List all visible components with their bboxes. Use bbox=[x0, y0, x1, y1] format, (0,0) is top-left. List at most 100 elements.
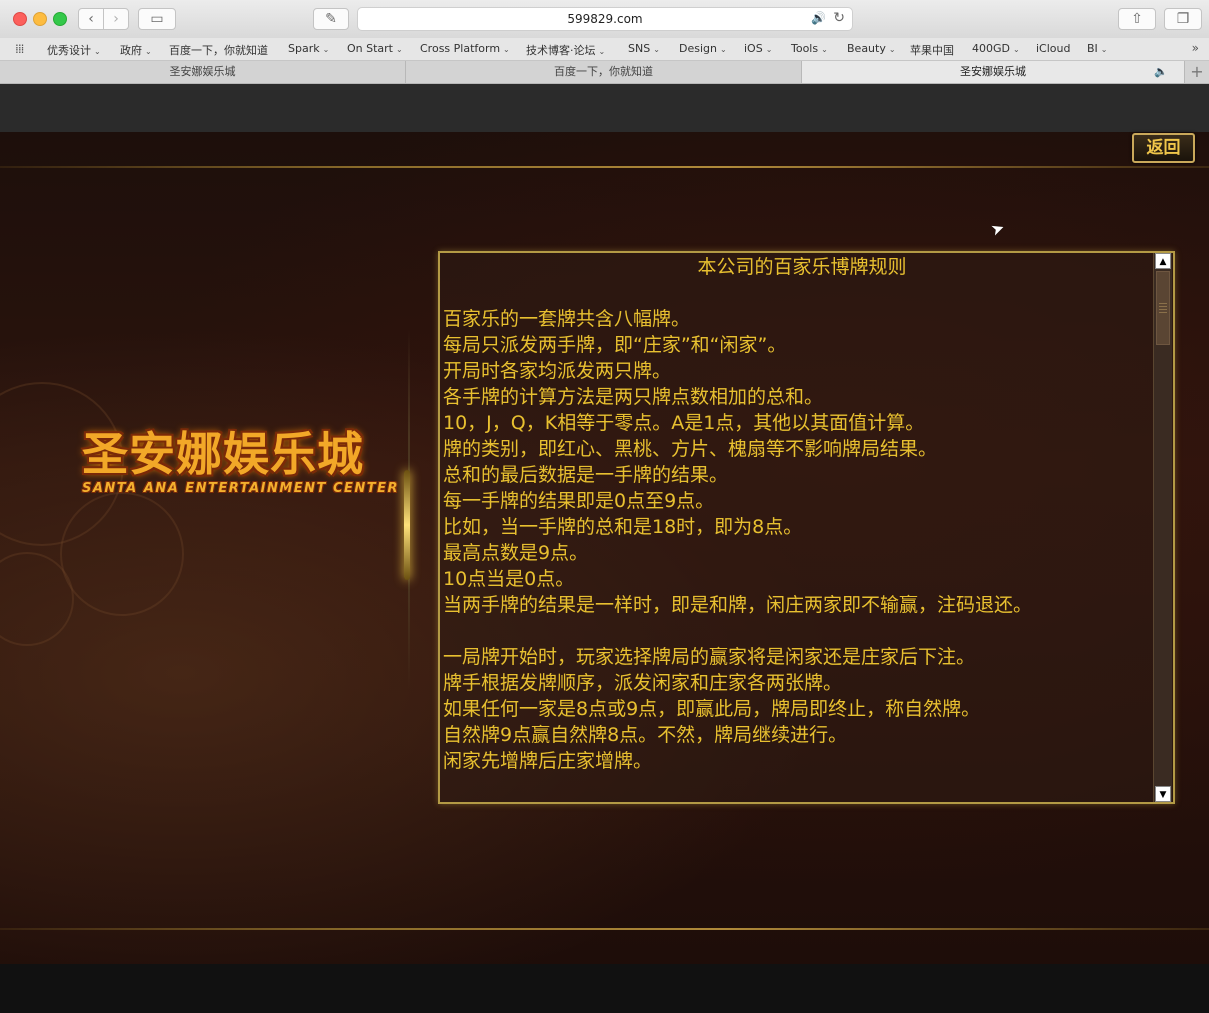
tab-overview-button[interactable]: ❐ bbox=[1164, 8, 1202, 30]
page-top-band bbox=[0, 84, 1209, 132]
rules-line: 一局牌开始时，玩家选择牌局的赢家将是闲家还是庄家后下注。 bbox=[443, 646, 976, 668]
bookmark-item[interactable]: 技术博客·论坛 ⌄ bbox=[526, 42, 605, 58]
tab-bar: 圣安娜娱乐城 百度一下，你就知道 圣安娜娱乐城 🔈 + bbox=[0, 61, 1209, 84]
bookmark-label: 政府 bbox=[120, 44, 142, 57]
more-bookmarks-icon[interactable]: » bbox=[1192, 41, 1199, 55]
rules-line: 每一手牌的结果即是0点至9点。 bbox=[443, 490, 715, 512]
chevron-down-icon: ⌄ bbox=[1013, 45, 1020, 54]
new-tab-button[interactable]: + bbox=[1184, 61, 1209, 83]
bookmark-label: SNS bbox=[628, 42, 651, 55]
bookmark-item[interactable]: iOS ⌄ bbox=[744, 42, 772, 55]
url-text: 599829.com bbox=[567, 12, 643, 26]
site-logo: 圣安娜娱乐城 SANTA ANA ENTERTAINMENT CENTER bbox=[80, 418, 398, 508]
bookmark-item[interactable]: BI ⌄ bbox=[1087, 42, 1108, 55]
plus-icon: + bbox=[1190, 62, 1204, 81]
forward-nav-button[interactable]: › bbox=[103, 8, 129, 30]
rules-line: 比如，当一手牌的总和是18时，即为8点。 bbox=[443, 516, 803, 538]
gold-divider-top bbox=[0, 166, 1209, 168]
address-bar[interactable]: 599829.com 🔊 ↻ bbox=[357, 7, 853, 31]
rules-line: 每局只派发两手牌，即“庄家”和“闲家”。 bbox=[443, 334, 787, 356]
rules-line: 总和的最后数据是一手牌的结果。 bbox=[443, 464, 729, 486]
rules-line: 10点当是0点。 bbox=[443, 568, 575, 590]
chevron-down-icon: ⌄ bbox=[719, 45, 727, 54]
rules-line bbox=[443, 618, 1153, 644]
page-footer-band bbox=[0, 964, 1209, 1013]
reload-icon[interactable]: ↻ bbox=[833, 10, 845, 26]
chevron-down-icon: ⌄ bbox=[145, 47, 152, 56]
bookmark-label: Beauty bbox=[847, 42, 886, 55]
bookmark-label: 苹果中国 bbox=[910, 44, 954, 57]
speaker-icon[interactable]: 🔊 bbox=[811, 11, 826, 25]
return-button[interactable]: 返回 bbox=[1132, 133, 1195, 163]
rules-line: 如果任何一家是8点或9点，即赢此局，牌局即终止，称自然牌。 bbox=[443, 698, 981, 720]
scroll-thumb[interactable] bbox=[1156, 271, 1170, 345]
bookmark-label: Spark bbox=[288, 42, 320, 55]
speaker-icon[interactable]: 🔈 bbox=[1154, 61, 1168, 83]
scroll-down-arrow-icon[interactable]: ▼ bbox=[1155, 786, 1171, 802]
bookmark-label: BI bbox=[1087, 42, 1098, 55]
bookmark-item[interactable]: 苹果中国 bbox=[910, 42, 954, 58]
grip-icon bbox=[1159, 303, 1167, 313]
extension-button[interactable]: ✎ bbox=[313, 8, 349, 30]
chevron-down-icon: ⌄ bbox=[94, 47, 101, 56]
chevron-down-icon: ⌄ bbox=[1100, 45, 1108, 54]
chevron-down-icon: ⌄ bbox=[396, 45, 403, 54]
rules-line: 闲家先增牌后庄家增牌。 bbox=[443, 750, 653, 772]
gold-divider-bottom bbox=[0, 928, 1209, 930]
tab-title: 圣安娜娱乐城 bbox=[960, 65, 1026, 78]
bookmark-label: 优秀设计 bbox=[47, 44, 91, 57]
bookmark-item[interactable]: Design ⌄ bbox=[679, 42, 727, 55]
rules-line: 开局时各家均派发两只牌。 bbox=[443, 360, 672, 382]
sidebar-icon: ▭ bbox=[150, 11, 164, 27]
back-nav-button[interactable]: ‹ bbox=[78, 8, 104, 30]
decorative-swirl bbox=[60, 492, 184, 616]
scroll-up-arrow-icon[interactable]: ▲ bbox=[1155, 253, 1171, 269]
rules-line: 百家乐的一套牌共含八幅牌。 bbox=[443, 308, 691, 330]
grid-icon[interactable]: ⁞⁞⁞ bbox=[15, 42, 25, 56]
rules-line: 10，J，Q，K相等于零点。A是1点，其他以其面值计算。 bbox=[443, 412, 925, 434]
logo-title: 圣安娜娱乐城 bbox=[82, 427, 364, 481]
chevron-down-icon: ⌄ bbox=[653, 45, 660, 54]
window-maximize-button[interactable] bbox=[53, 12, 67, 26]
rules-scrollbar[interactable]: ▲ ▼ bbox=[1153, 253, 1172, 802]
share-button[interactable]: ⇧ bbox=[1118, 8, 1156, 30]
share-icon: ⇧ bbox=[1131, 11, 1143, 27]
tab-santa-ana-active[interactable]: 圣安娜娱乐城 🔈 bbox=[802, 61, 1185, 83]
chevron-down-icon: ⌄ bbox=[503, 45, 510, 54]
bookmark-item[interactable]: Beauty ⌄ bbox=[847, 42, 896, 55]
bookmark-item[interactable]: On Start ⌄ bbox=[347, 42, 403, 55]
window-close-button[interactable] bbox=[13, 12, 27, 26]
evernote-icon: ✎ bbox=[325, 11, 337, 27]
tab-santa-ana-1[interactable]: 圣安娜娱乐城 bbox=[0, 61, 406, 83]
window-minimize-button[interactable] bbox=[33, 12, 47, 26]
bookmark-item[interactable]: 百度一下，你就知道 bbox=[169, 42, 268, 58]
bookmark-item[interactable]: Spark ⌄ bbox=[288, 42, 329, 55]
bookmark-label: On Start bbox=[347, 42, 393, 55]
bookmarks-bar: ⁞⁞⁞ 优秀设计 ⌄ 政府 ⌄ 百度一下，你就知道 Spark ⌄ On Start ⌄ Cros… bbox=[0, 38, 1209, 61]
chevron-down-icon: ⌄ bbox=[765, 45, 773, 54]
chevron-right-icon: › bbox=[113, 11, 119, 27]
rules-line: 自然牌9点赢自然牌8点。不然，牌局继续进行。 bbox=[443, 724, 848, 746]
bookmark-label: Design bbox=[679, 42, 717, 55]
sidebar-toggle-button[interactable]: ▭ bbox=[138, 8, 176, 30]
bookmark-label: 400GD bbox=[972, 42, 1010, 55]
logo-subtitle: SANTA ANA ENTERTAINMENT CENTER bbox=[82, 481, 399, 496]
chevron-down-icon: ⌄ bbox=[821, 45, 828, 54]
bookmark-item[interactable]: 400GD ⌄ bbox=[972, 42, 1020, 55]
chevron-left-icon: ‹ bbox=[88, 11, 94, 27]
tab-title: 圣安娜娱乐城 bbox=[169, 65, 236, 78]
bookmark-item[interactable]: 优秀设计 ⌄ bbox=[47, 42, 101, 58]
tab-baidu[interactable]: 百度一下，你就知道 bbox=[406, 61, 802, 83]
bookmark-label: iOS bbox=[744, 42, 763, 55]
bookmark-label: Tools bbox=[791, 42, 819, 55]
rules-line: 最高点数是9点。 bbox=[443, 542, 589, 564]
bookmark-item[interactable]: Tools ⌄ bbox=[791, 42, 828, 55]
bookmark-item[interactable]: SNS ⌄ bbox=[628, 42, 660, 55]
bookmark-item[interactable]: iCloud bbox=[1036, 42, 1070, 55]
tab-title: 百度一下，你就知道 bbox=[554, 65, 653, 78]
chevron-down-icon: ⌄ bbox=[888, 45, 896, 54]
bookmark-item[interactable]: 政府 ⌄ bbox=[120, 42, 152, 58]
rules-line: 牌手根据发牌顺序，派发闲家和庄家各两张牌。 bbox=[443, 672, 843, 694]
rules-scroll-area[interactable]: 本公司的百家乐博牌规则 百家乐的一套牌共含八幅牌。 每局只派发两手牌，即“庄家”和… bbox=[443, 253, 1153, 802]
bookmark-item[interactable]: Cross Platform ⌄ bbox=[420, 42, 510, 55]
